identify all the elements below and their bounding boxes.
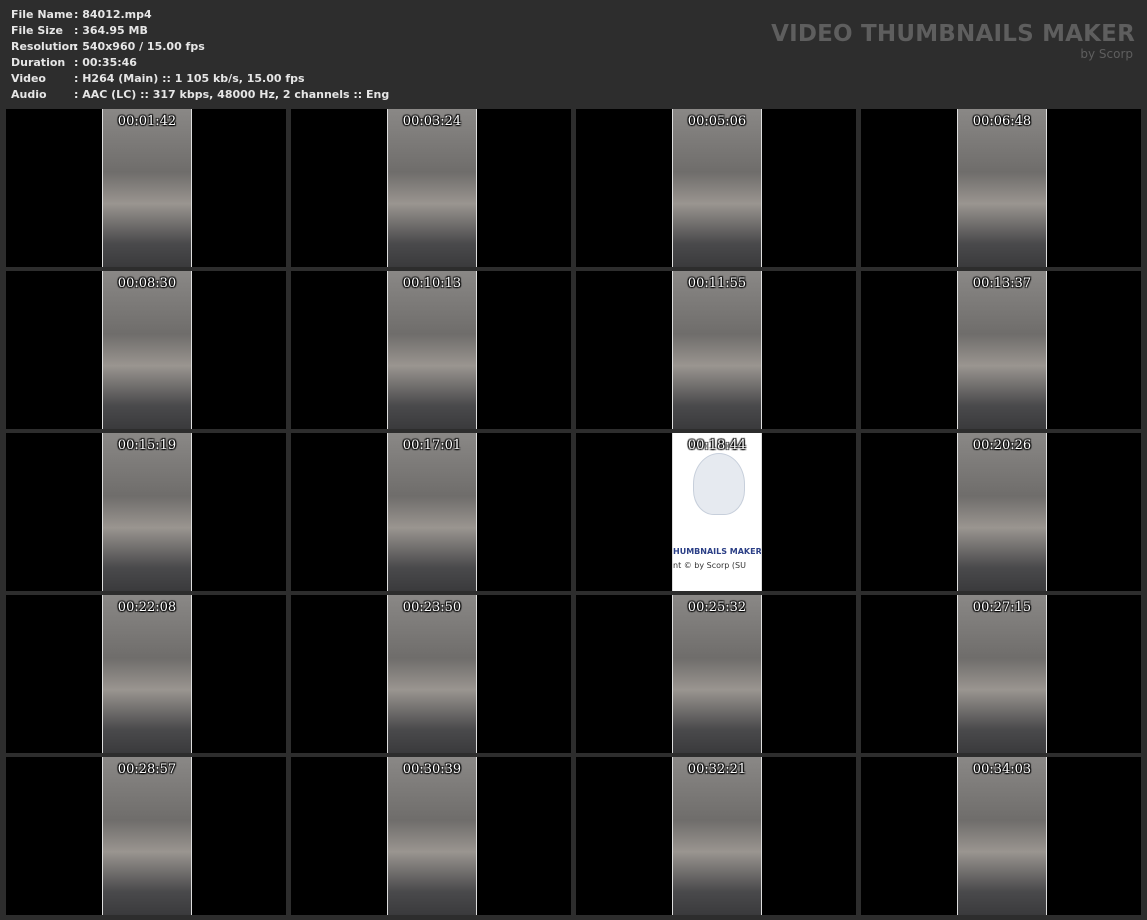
thumbnail-cell: 00:10:13 <box>291 271 571 429</box>
info-value: : 540x960 / 15.00 fps <box>74 40 205 53</box>
brand-logo: VIDEO THUMBNAILS MAKER by Scorp <box>771 20 1135 60</box>
info-value: : AAC (LC) :: 317 kbps, 48000 Hz, 2 chan… <box>74 88 390 101</box>
thumbnail-image: 00:08:30 <box>102 271 192 429</box>
thumbnail-cell: 00:32:21 <box>576 757 856 915</box>
info-label: File Name <box>11 8 73 21</box>
timestamp: 00:17:01 <box>402 438 462 453</box>
thumbnail-image: 00:17:01 <box>387 433 477 591</box>
brand-subtitle: by Scorp <box>1080 47 1133 61</box>
info-value: : H264 (Main) :: 1 105 kb/s, 15.00 fps <box>74 72 305 85</box>
thumbnail-cell: 00:13:37 <box>861 271 1141 429</box>
info-label: Audio <box>11 88 47 101</box>
thumbnail-image: 00:25:32 <box>672 595 762 753</box>
thumbnail-image: 00:22:08 <box>102 595 192 753</box>
info-row: Duration : 00:35:46 <box>11 55 389 71</box>
thumbnail-cell: 00:27:15 <box>861 595 1141 753</box>
thumbnail-cell: 00:17:01 <box>291 433 571 591</box>
timestamp: 00:28:57 <box>117 762 177 777</box>
thumbnail-image: 00:10:13 <box>387 271 477 429</box>
thumbnail-cell: 00:01:42 <box>6 109 286 267</box>
timestamp: 00:18:44 <box>687 438 747 453</box>
timestamp: 00:32:21 <box>687 762 747 777</box>
thumbnail-image: 00:01:42 <box>102 109 192 267</box>
thumbnail-image: HUMBNAILS MAKER nt © by Scorp (SU 00:18:44 <box>672 433 762 591</box>
thumbnail-image: 00:15:19 <box>102 433 192 591</box>
thumbnail-image: 00:20:26 <box>957 433 1047 591</box>
brand-title: VIDEO THUMBNAILS MAKER <box>771 21 1135 47</box>
timestamp: 00:25:32 <box>687 600 747 615</box>
thumbnail-grid: 00:01:42 00:03:24 00:05:06 00:06:48 00:08:30… <box>6 109 1141 915</box>
thumbnail-cell: 00:22:08 <box>6 595 286 753</box>
thumbnail-cell: 00:20:26 <box>861 433 1141 591</box>
thumbnail-image: 00:06:48 <box>957 109 1047 267</box>
info-value: : 84012.mp4 <box>74 8 152 21</box>
thumbnail-cell: 00:34:03 <box>861 757 1141 915</box>
timestamp: 00:01:42 <box>117 114 177 129</box>
thumbnail-cell: 00:30:39 <box>291 757 571 915</box>
thumbnail-cell: 00:11:55 <box>576 271 856 429</box>
info-label: Video <box>11 72 46 85</box>
thumbnail-image: 00:23:50 <box>387 595 477 753</box>
owl-icon <box>693 453 745 515</box>
info-value: : 364.95 MB <box>74 24 148 37</box>
timestamp: 00:08:30 <box>117 276 177 291</box>
logo-copyright: nt © by Scorp (SU <box>673 561 746 570</box>
info-label: Resolution <box>11 40 78 53</box>
timestamp: 00:15:19 <box>117 438 177 453</box>
thumbnail-image: 00:03:24 <box>387 109 477 267</box>
thumbnail-cell: 00:23:50 <box>291 595 571 753</box>
info-label: File Size <box>11 24 63 37</box>
timestamp: 00:27:15 <box>972 600 1032 615</box>
timestamp: 00:30:39 <box>402 762 462 777</box>
info-row: Resolution: 540x960 / 15.00 fps <box>11 39 389 55</box>
timestamp: 00:06:48 <box>972 114 1032 129</box>
thumbnail-cell: 00:03:24 <box>291 109 571 267</box>
timestamp: 00:34:03 <box>972 762 1032 777</box>
timestamp: 00:03:24 <box>402 114 462 129</box>
timestamp: 00:20:26 <box>972 438 1032 453</box>
thumbnail-image: 00:30:39 <box>387 757 477 915</box>
thumbnail-cell: 00:28:57 <box>6 757 286 915</box>
thumbnail-image: 00:32:21 <box>672 757 762 915</box>
thumbnail-cell: 00:08:30 <box>6 271 286 429</box>
info-value: : 00:35:46 <box>74 56 137 69</box>
info-label: Duration <box>11 56 66 69</box>
thumbnail-cell: 00:05:06 <box>576 109 856 267</box>
info-row: File Name: 84012.mp4 <box>11 7 389 23</box>
logo-text: HUMBNAILS MAKER <box>673 547 761 556</box>
timestamp: 00:23:50 <box>402 600 462 615</box>
thumbnail-image: 00:11:55 <box>672 271 762 429</box>
thumbnail-image: 00:27:15 <box>957 595 1047 753</box>
timestamp: 00:13:37 <box>972 276 1032 291</box>
info-row: File Size : 364.95 MB <box>11 23 389 39</box>
info-row: Video : H264 (Main) :: 1 105 kb/s, 15.00 … <box>11 71 389 87</box>
thumbnail-image: 00:13:37 <box>957 271 1047 429</box>
info-row: Audio : AAC (LC) :: 317 kbps, 48000 Hz, 2… <box>11 87 389 103</box>
timestamp: 00:10:13 <box>402 276 462 291</box>
thumbnail-image: 00:28:57 <box>102 757 192 915</box>
file-info: File Name: 84012.mp4 File Size: 364.95 MB… <box>11 7 389 103</box>
timestamp: 00:22:08 <box>117 600 177 615</box>
thumbnail-image: 00:34:03 <box>957 757 1047 915</box>
thumbnail-cell: 00:25:32 <box>576 595 856 753</box>
thumbnail-image: 00:05:06 <box>672 109 762 267</box>
timestamp: 00:05:06 <box>687 114 747 129</box>
thumbnail-cell: HUMBNAILS MAKER nt © by Scorp (SU 00:18:44 <box>576 433 856 591</box>
thumbnail-cell: 00:06:48 <box>861 109 1141 267</box>
timestamp: 00:11:55 <box>687 276 747 291</box>
thumbnail-cell: 00:15:19 <box>6 433 286 591</box>
